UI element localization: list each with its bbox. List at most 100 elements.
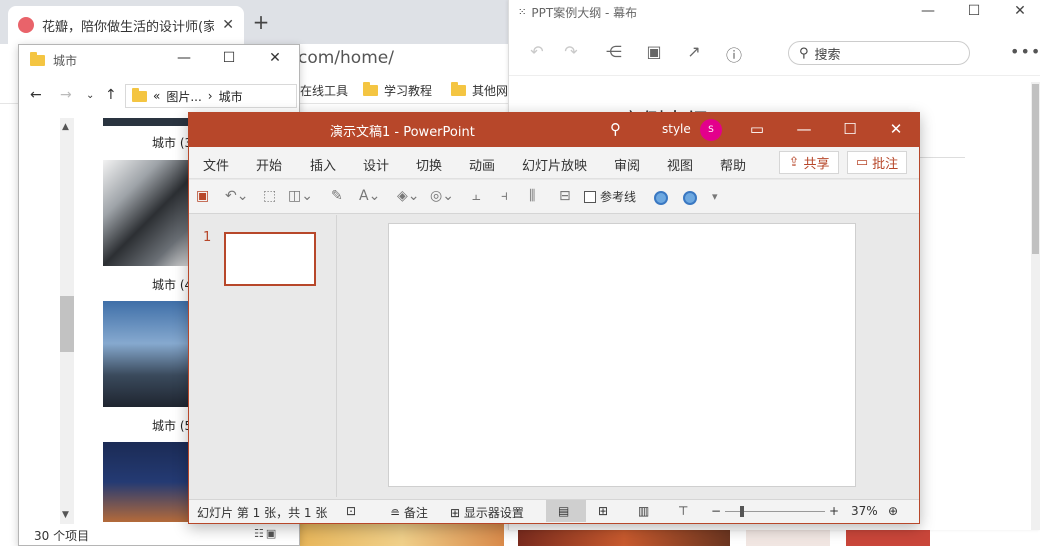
search-placeholder: 搜索 bbox=[814, 47, 841, 63]
accessibility-icon[interactable]: ⊡ bbox=[346, 504, 356, 518]
mubu-scroll-thumb[interactable] bbox=[1032, 84, 1039, 254]
new-tab-button[interactable]: + bbox=[250, 10, 272, 34]
file-label[interactable]: 城市 (3 bbox=[152, 134, 192, 151]
tab-review[interactable]: 审阅 bbox=[614, 155, 640, 174]
save-icon[interactable]: ▣ bbox=[196, 188, 209, 204]
search-icon: ⚲ bbox=[799, 45, 809, 61]
zoom-out-button[interactable]: − bbox=[711, 504, 721, 518]
bookmark-online-tools[interactable]: 在线工具 bbox=[300, 82, 348, 99]
bookmark-tutorials[interactable]: 学习教程 bbox=[363, 82, 432, 99]
explorer-scroll-thumb[interactable] bbox=[60, 296, 74, 352]
minimize-icon[interactable]: — bbox=[793, 120, 815, 138]
more-icon[interactable]: ••• bbox=[1010, 42, 1040, 61]
browser-tab[interactable]: 花瓣，陪你做生活的设计师(家居 ✕ bbox=[8, 6, 244, 44]
bookmark-label: 学习教程 bbox=[384, 84, 433, 98]
avatar[interactable]: S bbox=[700, 119, 722, 141]
notes-button[interactable]: ≘ 备注 bbox=[390, 504, 428, 521]
align-center-icon[interactable]: ⊟ bbox=[559, 188, 571, 204]
share-label: 共享 bbox=[803, 157, 830, 172]
slideshow-icon[interactable]: ⊤ bbox=[678, 504, 688, 518]
select-object-icon[interactable]: ⬚ bbox=[263, 188, 276, 204]
share-button[interactable]: ⇪ 共享 bbox=[779, 151, 839, 174]
format-painter-icon[interactable]: ✎ bbox=[331, 188, 343, 204]
recent-dropdown-icon[interactable]: ⌄ bbox=[86, 90, 94, 101]
mubu-search-input[interactable]: ⚲ 搜索 bbox=[788, 41, 970, 65]
tab-view[interactable]: 视图 bbox=[667, 155, 693, 174]
normal-view-icon[interactable]: ▤ bbox=[558, 504, 569, 518]
comment-button[interactable]: ▭ 批注 bbox=[847, 151, 907, 174]
close-icon[interactable]: ✕ bbox=[265, 50, 285, 66]
mindmap-icon[interactable]: ⋲ bbox=[603, 42, 625, 61]
zoom-level[interactable]: 37% bbox=[851, 504, 878, 518]
slide-sorter-icon[interactable]: ⊞ bbox=[598, 504, 608, 518]
explorer-path-bar[interactable]: « 图片... › 城市 bbox=[125, 84, 297, 108]
shapes-icon[interactable]: ◫⌄ bbox=[288, 188, 313, 204]
close-tab-icon[interactable]: ✕ bbox=[222, 17, 234, 33]
distribute-icon[interactable]: ⫼ bbox=[529, 188, 535, 204]
color-swatch-icon[interactable] bbox=[683, 191, 697, 205]
file-label[interactable]: 城市 (4 bbox=[152, 276, 192, 293]
redo-icon[interactable]: ↷ bbox=[560, 42, 582, 61]
reading-view-icon[interactable]: ▥ bbox=[638, 504, 649, 518]
color-swatch-icon[interactable] bbox=[654, 191, 668, 205]
city-thumbnail[interactable] bbox=[103, 442, 189, 522]
city-thumbnail[interactable] bbox=[103, 160, 189, 266]
tab-file[interactable]: 文件 bbox=[203, 155, 229, 174]
minimize-icon[interactable]: — bbox=[918, 3, 938, 19]
forward-icon[interactable]: → bbox=[60, 87, 72, 103]
ppt-user-name[interactable]: style bbox=[662, 122, 691, 136]
tab-animations[interactable]: 动画 bbox=[469, 155, 495, 174]
bookmark-label: 其他网 bbox=[472, 84, 509, 98]
tab-insert[interactable]: 插入 bbox=[310, 155, 336, 174]
city-thumbnail[interactable] bbox=[103, 301, 189, 407]
shape-combine-icon[interactable]: ◎⌄ bbox=[430, 188, 454, 204]
scroll-up-icon[interactable]: ▲ bbox=[62, 122, 69, 132]
close-icon[interactable]: ✕ bbox=[1010, 3, 1030, 19]
present-icon[interactable]: ▣ bbox=[643, 42, 665, 61]
tab-home[interactable]: 开始 bbox=[256, 155, 282, 174]
up-icon[interactable]: ↑ bbox=[105, 87, 117, 103]
align-middle-icon[interactable]: ⫞ bbox=[501, 188, 508, 204]
undo-icon[interactable]: ↶ bbox=[526, 42, 548, 61]
guides-checkbox[interactable]: 参考线 bbox=[584, 188, 636, 205]
customize-toolbar-icon[interactable]: ▾ bbox=[712, 190, 718, 203]
ppt-window-title: 演示文稿1 - PowerPoint bbox=[330, 125, 475, 140]
path-segment[interactable]: 图片... bbox=[166, 88, 201, 105]
minimize-icon[interactable]: — bbox=[174, 50, 194, 66]
align-top-icon[interactable]: ⫠ bbox=[472, 188, 480, 204]
help-icon[interactable]: ⓘ bbox=[723, 42, 745, 66]
zoom-slider-knob[interactable] bbox=[740, 506, 744, 517]
address-text[interactable]: com/home/ bbox=[298, 48, 394, 68]
maximize-icon[interactable]: ☐ bbox=[839, 120, 861, 138]
file-label[interactable]: 城市 (5 bbox=[152, 417, 192, 434]
scroll-down-icon[interactable]: ▼ bbox=[62, 510, 69, 520]
maximize-icon[interactable]: ☐ bbox=[219, 50, 239, 66]
fill-color-icon[interactable]: ◈⌄ bbox=[397, 188, 420, 204]
tab-slideshow[interactable]: 幻灯片放映 bbox=[522, 155, 587, 174]
view-toggle-icons[interactable]: ☷▣ bbox=[254, 527, 278, 540]
ribbon-display-icon[interactable]: ▭ bbox=[746, 120, 768, 138]
mubu-logo-icon: ⁙ bbox=[518, 7, 526, 18]
display-settings-button[interactable]: ⊞ 显示器设置 bbox=[450, 504, 524, 521]
tab-transitions[interactable]: 切换 bbox=[416, 155, 442, 174]
city-thumbnail[interactable] bbox=[103, 118, 189, 126]
tab-design[interactable]: 设计 bbox=[363, 155, 389, 174]
bookmark-label: 在线工具 bbox=[300, 84, 349, 98]
bookmark-other[interactable]: 其他网 bbox=[451, 82, 508, 99]
close-icon[interactable]: ✕ bbox=[885, 120, 907, 138]
zoom-in-button[interactable]: + bbox=[829, 504, 839, 518]
display-settings-label: 显示器设置 bbox=[463, 506, 524, 520]
fit-slide-icon[interactable]: ⊕ bbox=[888, 504, 898, 518]
tab-help[interactable]: 帮助 bbox=[720, 155, 746, 174]
slide-canvas[interactable] bbox=[388, 223, 856, 487]
path-overflow[interactable]: « bbox=[153, 89, 160, 103]
search-icon[interactable]: ⚲ bbox=[610, 120, 621, 138]
slide-thumbnail[interactable] bbox=[224, 232, 316, 286]
share-icon[interactable]: ↗ bbox=[683, 42, 705, 61]
font-color-icon[interactable]: A⌄ bbox=[359, 188, 380, 204]
undo-icon[interactable]: ↶⌄ bbox=[225, 188, 248, 204]
maximize-icon[interactable]: ☐ bbox=[964, 3, 984, 19]
path-segment[interactable]: 城市 bbox=[219, 88, 243, 105]
item-count: 30 个项目 bbox=[34, 529, 90, 543]
back-icon[interactable]: ← bbox=[30, 87, 42, 103]
